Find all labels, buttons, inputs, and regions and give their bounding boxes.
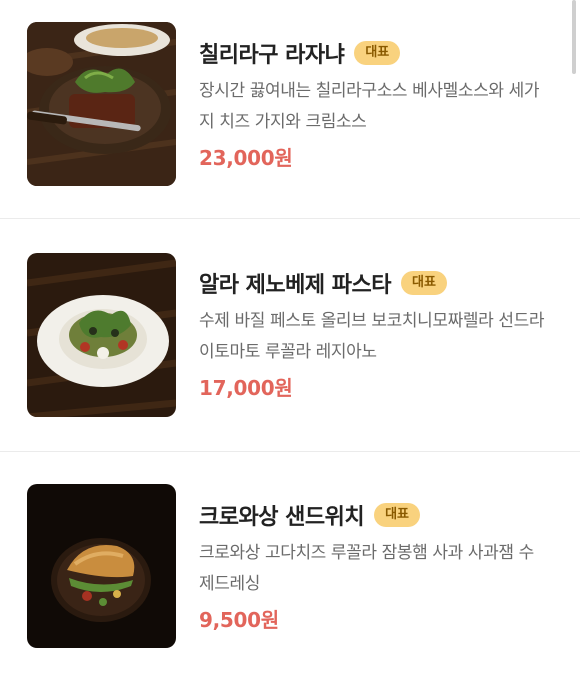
pasta-dish-photo[interactable] — [27, 253, 176, 417]
croissant-sandwich-photo[interactable] — [27, 484, 176, 648]
menu-item-price: 17,000원 — [199, 376, 293, 400]
menu-item-title: 크로와상 샌드위치 — [199, 505, 365, 530]
menu-item-info: 알라 제노베제 파스타 대표 수제 바질 페스토 올리브 보코치니모짜렐라 선드… — [199, 266, 560, 401]
menu-item-title: 알라 제노베제 파스타 — [199, 273, 391, 298]
menu-item-price: 9,500원 — [199, 608, 279, 632]
menu-item-price: 23,000원 — [199, 146, 293, 170]
title-row: 알라 제노베제 파스타 대표 — [199, 266, 560, 300]
menu-item-description: 수제 바질 페스토 올리브 보코치니모짜렐라 선드라이토마토 루꼴라 레지아노 — [199, 311, 545, 362]
title-row: 크로와상 샌드위치 대표 — [199, 498, 560, 532]
signature-badge: 대표 — [374, 503, 421, 527]
menu-item-lasagna[interactable]: 칠리라구 라자냐 대표 장시간 끓여내는 칠리라구소스 베사멜소스와 세가지 치… — [0, 0, 580, 218]
menu-item-title: 칠리라구 라자냐 — [199, 43, 345, 68]
signature-badge: 대표 — [354, 41, 401, 65]
scrollbar[interactable] — [572, 0, 576, 74]
menu-item-description: 크로와상 고다치즈 루꼴라 잠봉햄 사과 사과잼 수제드레싱 — [199, 543, 534, 594]
menu-item-info: 칠리라구 라자냐 대표 장시간 끓여내는 칠리라구소스 베사멜소스와 세가지 치… — [199, 36, 560, 171]
menu-item-croissant-sandwich[interactable]: 크로와상 샌드위치 대표 크로와상 고다치즈 루꼴라 잠봉햄 사과 사과잼 수제… — [0, 452, 580, 678]
lasagna-dish-photo[interactable] — [27, 22, 176, 186]
menu-list: 칠리라구 라자냐 대표 장시간 끓여내는 칠리라구소스 베사멜소스와 세가지 치… — [0, 0, 580, 678]
menu-item-description: 장시간 끓여내는 칠리라구소스 베사멜소스와 세가지 치즈 가지와 크림소스 — [199, 81, 540, 132]
menu-item-genovese-pasta[interactable]: 알라 제노베제 파스타 대표 수제 바질 페스토 올리브 보코치니모짜렐라 선드… — [0, 219, 580, 451]
title-row: 칠리라구 라자냐 대표 — [199, 36, 560, 70]
menu-item-info: 크로와상 샌드위치 대표 크로와상 고다치즈 루꼴라 잠봉햄 사과 사과잼 수제… — [199, 498, 560, 633]
signature-badge: 대표 — [400, 271, 447, 295]
